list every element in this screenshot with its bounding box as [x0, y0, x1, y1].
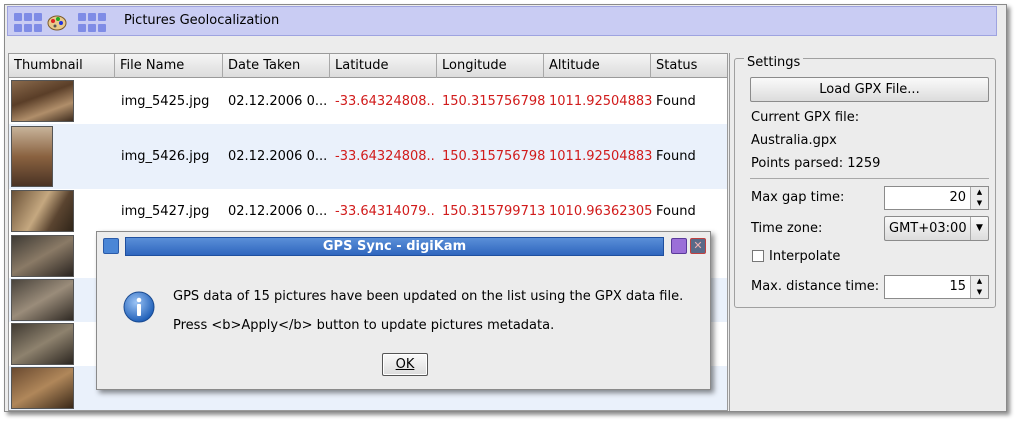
column-header-altitude[interactable]: Altitude [544, 54, 651, 78]
altitude-cell: 1011.92504883 [549, 149, 653, 164]
time-zone-label: Time zone: [751, 221, 823, 236]
app-grid-icon [78, 13, 106, 33]
ok-button-label: OK [395, 357, 415, 372]
max-distance-time-label: Max. distance time: [751, 279, 880, 294]
status-cell: Found [656, 94, 696, 109]
altitude-cell: 1011.92504883 [549, 94, 653, 109]
close-icon[interactable]: ✕ [690, 238, 706, 254]
minimize-icon[interactable] [671, 238, 687, 254]
max-distance-time-spinbox[interactable]: 15 ▲ ▼ [884, 275, 989, 299]
longitude-cell: 150.315799713 [442, 204, 546, 219]
longitude-cell: 150.315756798 [442, 94, 546, 109]
status-cell: Found [656, 149, 696, 164]
photo-thumbnail [11, 279, 74, 321]
latitude-cell: -33.64314079... [335, 204, 435, 219]
info-icon [123, 291, 155, 323]
load-gpx-file-button[interactable]: Load GPX File... [750, 77, 989, 102]
spin-arrows-icon[interactable]: ▲ ▼ [970, 187, 988, 209]
column-header-file-name[interactable]: File Name [115, 54, 223, 78]
table-row[interactable]: img_5426.jpg 02.12.2006 0... -33.6432480… [9, 124, 727, 189]
current-gpx-label: Current GPX file: [751, 110, 860, 125]
date-cell: 02.12.2006 0... [228, 149, 328, 164]
date-cell: 02.12.2006 0... [228, 204, 328, 219]
dialog-message: GPS data of 15 pictures have been update… [173, 289, 684, 304]
window-title: Pictures Geolocalization [124, 13, 280, 28]
column-header-latitude[interactable]: Latitude [330, 54, 437, 78]
max-gap-time-value: 20 [949, 190, 966, 205]
gps-sync-dialog: GPS Sync - digiKam ✕ GPS data of 15 pict… [96, 231, 711, 390]
dialog-title: GPS Sync - digiKam [125, 237, 664, 256]
ok-button[interactable]: OK [382, 353, 428, 376]
time-zone-value: GMT+03:00 [889, 221, 967, 236]
longitude-cell: 150.315756798 [442, 149, 546, 164]
splitter[interactable] [729, 53, 730, 411]
date-cell: 02.12.2006 0... [228, 94, 328, 109]
photo-thumbnail [11, 323, 74, 365]
file-name-cell: img_5426.jpg [121, 149, 210, 164]
max-distance-time-value: 15 [949, 279, 966, 294]
dialog-message-secondary: Press <b>Apply</b> button to update pict… [173, 318, 555, 333]
divider [750, 178, 989, 179]
window-titlebar[interactable]: Pictures Geolocalization [7, 6, 997, 36]
max-gap-time-spinbox[interactable]: 20 ▲ ▼ [884, 186, 989, 210]
settings-group-title: Settings [744, 55, 804, 70]
photo-thumbnail [11, 190, 74, 232]
current-gpx-file: Australia.gpx [751, 133, 837, 148]
load-gpx-file-label: Load GPX File... [819, 82, 920, 97]
app-grid-icon [14, 13, 42, 33]
photo-thumbnail [11, 367, 74, 409]
latitude-cell: -33.64324808... [335, 94, 435, 109]
photo-thumbnail [11, 126, 53, 187]
photo-thumbnail [11, 235, 74, 277]
file-name-cell: img_5425.jpg [121, 94, 210, 109]
interpolate-label: Interpolate [769, 249, 841, 264]
column-header-longitude[interactable]: Longitude [437, 54, 544, 78]
table-header: Thumbnail File Name Date Taken Latitude … [9, 54, 727, 78]
status-cell: Found [656, 204, 696, 219]
column-header-thumbnail[interactable]: Thumbnail [9, 54, 115, 78]
photo-thumbnail [11, 80, 74, 122]
paint-palette-icon [47, 15, 67, 31]
file-name-cell: img_5427.jpg [121, 204, 210, 219]
spin-arrows-icon[interactable]: ▲ ▼ [970, 276, 988, 298]
window-menu-icon[interactable] [103, 238, 119, 254]
altitude-cell: 1010.96362305 [549, 204, 653, 219]
column-header-status[interactable]: Status [651, 54, 727, 78]
time-zone-dropdown[interactable]: GMT+03:00 ▼ [884, 216, 989, 241]
table-row[interactable]: img_5427.jpg 02.12.2006 0... -33.6431407… [9, 189, 727, 234]
table-row[interactable]: img_5425.jpg 02.12.2006 0... -33.6432480… [9, 79, 727, 124]
column-header-date-taken[interactable]: Date Taken [223, 54, 330, 78]
latitude-cell: -33.64324808... [335, 149, 435, 164]
interpolate-checkbox[interactable] [752, 250, 764, 262]
points-parsed: Points parsed: 1259 [751, 156, 881, 171]
dropdown-arrow-icon: ▼ [970, 217, 988, 240]
max-gap-time-label: Max gap time: [751, 190, 845, 205]
